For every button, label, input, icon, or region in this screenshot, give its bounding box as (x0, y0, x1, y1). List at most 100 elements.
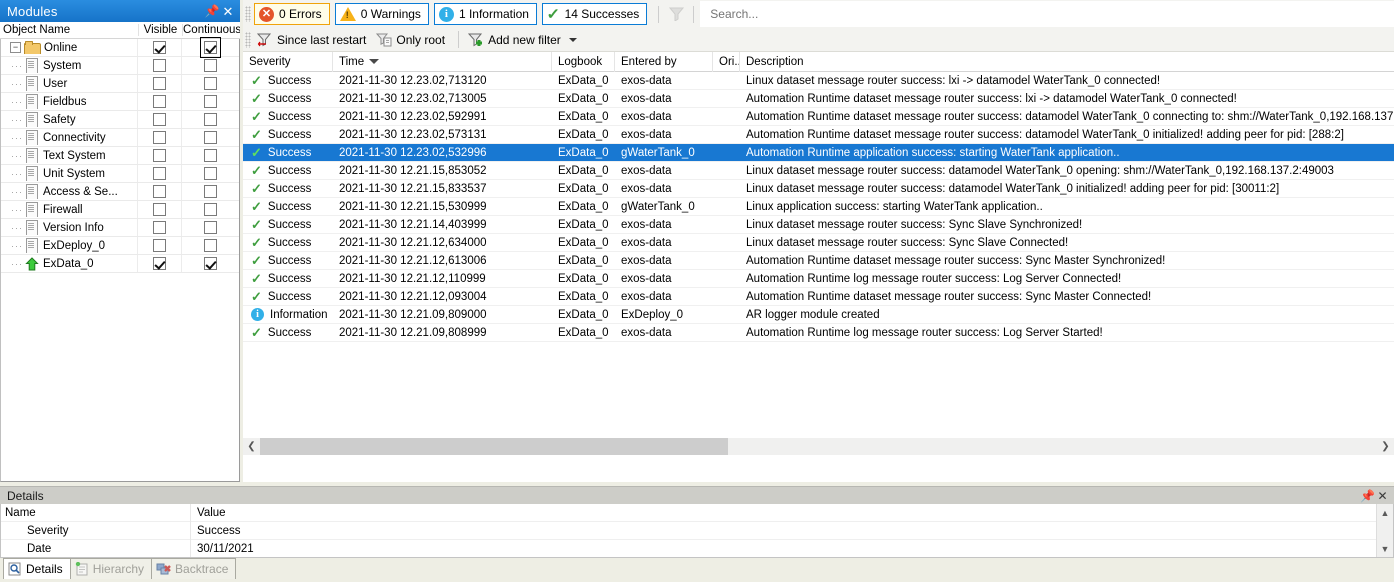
column-header-logbook[interactable]: Logbook (552, 51, 615, 72)
continuous-checkbox[interactable] (204, 95, 218, 108)
scroll-right-icon[interactable]: ❯ (1377, 438, 1394, 455)
continuous-checkbox-cell[interactable] (181, 75, 239, 92)
continuous-checkbox[interactable] (204, 203, 218, 216)
tree-row[interactable]: ··· ExData_0 (1, 255, 239, 273)
continuous-checkbox-cell[interactable] (181, 255, 239, 272)
clear-filter-icon[interactable] (665, 4, 687, 24)
tree-row[interactable]: ··· Firewall (1, 201, 239, 219)
tree-row[interactable]: ··· Access & Se... (1, 183, 239, 201)
modules-tree[interactable]: − Online ··· System ··· User ··· Fieldbus ··· Saf… (0, 37, 240, 482)
continuous-checkbox-cell[interactable] (181, 129, 239, 146)
scroll-left-icon[interactable]: ❮ (243, 438, 260, 455)
tree-row[interactable]: ··· Fieldbus (1, 93, 239, 111)
column-header-entered-by[interactable]: Entered by (615, 51, 713, 72)
continuous-checkbox[interactable] (204, 257, 218, 270)
continuous-checkbox[interactable] (204, 167, 218, 180)
tree-row[interactable]: ··· Connectivity (1, 129, 239, 147)
visible-checkbox[interactable] (153, 77, 167, 90)
visible-checkbox[interactable] (153, 41, 167, 54)
visible-checkbox[interactable] (153, 185, 167, 198)
continuous-checkbox-cell[interactable] (181, 237, 239, 254)
visible-checkbox-cell[interactable] (137, 183, 181, 200)
visible-checkbox[interactable] (153, 131, 167, 144)
table-row[interactable]: ✓ Success 2021-11-30 12.23.02,573131 ExData… (243, 126, 1394, 144)
tree-row[interactable]: ··· System (1, 57, 239, 75)
continuous-checkbox-cell[interactable] (181, 57, 239, 74)
continuous-checkbox[interactable] (204, 131, 218, 144)
tree-row[interactable]: − Online (1, 37, 239, 58)
continuous-checkbox-cell[interactable] (181, 111, 239, 128)
details-row[interactable]: Severity Success (1, 521, 1376, 540)
column-header-severity[interactable]: Severity (243, 51, 333, 72)
visible-checkbox[interactable] (153, 203, 167, 216)
table-row[interactable]: i Information 2021-11-30 12.21.09,809000 Ex… (243, 306, 1394, 324)
tab-details[interactable]: Details (3, 558, 71, 579)
severity-filter-information[interactable]: i 1 Information (433, 3, 537, 25)
visible-checkbox[interactable] (153, 59, 167, 72)
visible-checkbox-cell[interactable] (137, 129, 181, 146)
table-row[interactable]: ✓ Success 2021-11-30 12.21.12,613006 ExData… (243, 252, 1394, 270)
continuous-checkbox-cell[interactable] (181, 93, 239, 110)
table-row[interactable]: ✓ Success 2021-11-30 12.21.15,833537 ExData… (243, 180, 1394, 198)
column-header-time[interactable]: Time (333, 51, 552, 72)
table-row[interactable]: ✓ Success 2021-11-30 12.21.09,808999 ExData… (243, 324, 1394, 342)
tree-row[interactable]: ··· ExDeploy_0 (1, 237, 239, 255)
table-row[interactable]: ✓ Success 2021-11-30 12.21.12,110999 ExData… (243, 270, 1394, 288)
tree-row[interactable]: ··· Version Info (1, 219, 239, 237)
continuous-checkbox-cell[interactable] (181, 219, 239, 236)
details-row[interactable]: Date 30/11/2021 (1, 539, 1376, 557)
visible-checkbox-cell[interactable] (137, 165, 181, 182)
visible-checkbox-cell[interactable] (137, 201, 181, 218)
continuous-checkbox[interactable] (204, 59, 218, 72)
details-close-icon[interactable]: ✕ (1375, 488, 1390, 504)
visible-checkbox[interactable] (153, 167, 167, 180)
log-grid-body[interactable]: ✓ Success 2021-11-30 12.23.02,713120 ExData… (243, 72, 1394, 455)
since-last-restart-button[interactable]: Since last restart (254, 29, 373, 51)
continuous-checkbox[interactable] (204, 113, 218, 126)
column-header-continuous[interactable]: Continuous (182, 24, 241, 36)
search-box[interactable] (700, 1, 1394, 27)
column-header-visible[interactable]: Visible (138, 24, 182, 36)
log-grid-horizontal-scrollbar[interactable]: ❮ ❯ (243, 438, 1394, 455)
continuous-checkbox[interactable] (204, 221, 218, 234)
visible-checkbox-cell[interactable] (137, 255, 181, 272)
continuous-checkbox[interactable] (204, 239, 218, 252)
continuous-checkbox-cell[interactable] (181, 165, 239, 182)
tab-backtrace[interactable]: Backtrace (151, 558, 237, 579)
details-vertical-scrollbar[interactable]: ▲ ▼ (1376, 504, 1393, 557)
continuous-checkbox-cell[interactable] (181, 201, 239, 218)
severity-filter-error[interactable]: ✕ 0 Errors (254, 3, 330, 25)
table-row[interactable]: ✓ Success 2021-11-30 12.23.02,713120 ExData… (243, 72, 1394, 90)
chevron-down-icon[interactable] (568, 37, 577, 42)
search-input[interactable] (708, 6, 1394, 22)
tree-row[interactable]: ··· Safety (1, 111, 239, 129)
visible-checkbox[interactable] (153, 113, 167, 126)
continuous-checkbox[interactable] (200, 37, 222, 58)
table-row[interactable]: ✓ Success 2021-11-30 12.21.15,530999 ExData… (243, 198, 1394, 216)
visible-checkbox-cell[interactable] (137, 219, 181, 236)
visible-checkbox[interactable] (153, 95, 167, 108)
table-row[interactable]: ✓ Success 2021-11-30 12.23.02,532996 ExData… (243, 144, 1394, 162)
details-column-header-name[interactable]: Name (1, 504, 191, 522)
tree-row[interactable]: ··· Text System (1, 147, 239, 165)
visible-checkbox-cell[interactable] (137, 57, 181, 74)
visible-checkbox[interactable] (153, 149, 167, 162)
scroll-down-icon[interactable]: ▼ (1377, 540, 1393, 557)
severity-filter-success[interactable]: ✓ 14 Successes (541, 3, 648, 25)
hscroll-track[interactable] (260, 438, 1377, 455)
table-row[interactable]: ✓ Success 2021-11-30 12.23.02,592991 ExData… (243, 108, 1394, 126)
table-row[interactable]: ✓ Success 2021-11-30 12.21.12,093004 ExData… (243, 288, 1394, 306)
details-pin-icon[interactable]: 📌 (1360, 488, 1375, 504)
visible-checkbox[interactable] (153, 239, 167, 252)
table-row[interactable]: ✓ Success 2021-11-30 12.23.02,713005 ExData… (243, 90, 1394, 108)
severity-filter-warning[interactable]: 0 Warnings (334, 3, 429, 25)
visible-checkbox[interactable] (153, 257, 167, 270)
column-header-object-name[interactable]: Object Name (0, 24, 138, 36)
filter-toolbar-grip[interactable] (245, 31, 251, 48)
column-header-origin[interactable]: Ori... (713, 51, 740, 72)
hscroll-thumb[interactable] (260, 438, 728, 455)
continuous-checkbox[interactable] (204, 185, 218, 198)
continuous-checkbox-cell[interactable] (181, 183, 239, 200)
column-header-description[interactable]: Description (740, 52, 1394, 72)
continuous-checkbox-cell[interactable] (181, 147, 239, 164)
